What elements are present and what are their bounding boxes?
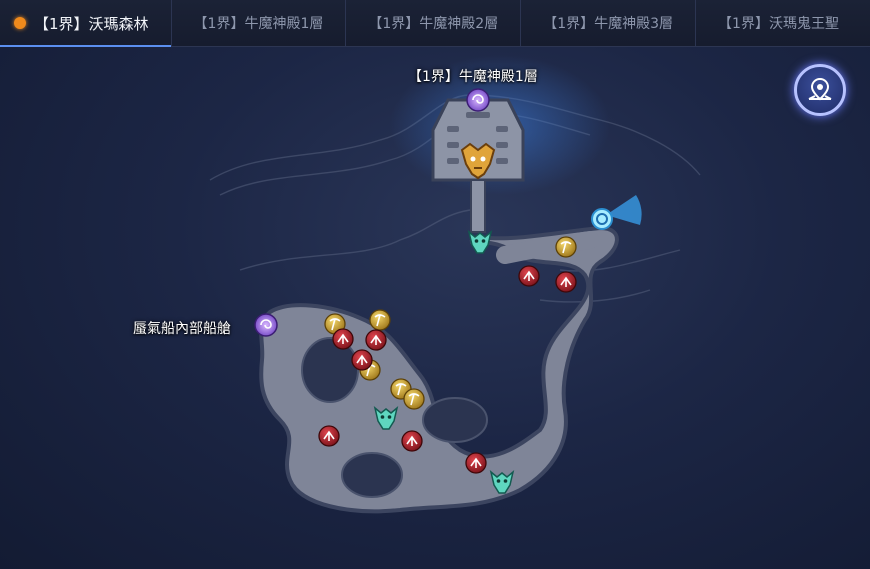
- tab-bull-temple-2[interactable]: 【1界】牛魔神殿2層: [346, 0, 522, 46]
- pickaxe-icon[interactable]: [555, 236, 577, 258]
- portal-icon[interactable]: [254, 313, 278, 337]
- map-tab-bar: 【1界】沃瑪森林 【1界】牛魔神殿1層 【1界】牛魔神殿2層 【1界】牛魔神殿3…: [0, 0, 870, 47]
- monster-head-icon[interactable]: [467, 229, 493, 254]
- tab-label: 【1界】牛魔神殿3層: [543, 16, 674, 32]
- tab-bull-temple-3[interactable]: 【1界】牛魔神殿3層: [521, 0, 697, 46]
- herb-icon[interactable]: [365, 329, 387, 351]
- pickaxe-icon[interactable]: [403, 388, 425, 410]
- tab-label: 【1界】沃瑪森林: [34, 14, 149, 33]
- pickaxe-icon[interactable]: [369, 309, 391, 331]
- herb-icon[interactable]: [351, 349, 373, 371]
- tab-bull-temple-1[interactable]: 【1界】牛魔神殿1層: [172, 0, 347, 46]
- herb-icon[interactable]: [518, 265, 540, 287]
- airship-portal-label: 蜃氣船內部船艙: [133, 321, 231, 337]
- herb-icon[interactable]: [332, 328, 354, 350]
- herb-icon[interactable]: [401, 430, 423, 452]
- tab-label: 【1界】沃瑪鬼王聖: [718, 16, 839, 32]
- temple-portal-label: 【1界】牛魔神殿1層: [408, 69, 538, 85]
- tab-label: 【1界】牛魔神殿1層: [193, 16, 324, 32]
- portal-icon[interactable]: [466, 88, 490, 112]
- tab-label: 【1界】牛魔神殿2層: [368, 16, 499, 32]
- herb-icon[interactable]: [318, 425, 340, 447]
- herb-icon[interactable]: [555, 271, 577, 293]
- world-map[interactable]: [0, 47, 870, 569]
- tab-woma-ghost-king[interactable]: 【1界】沃瑪鬼王聖: [696, 0, 861, 46]
- tab-woma-forest[interactable]: 【1界】沃瑪森林: [0, 0, 172, 47]
- locate-button[interactable]: [794, 64, 846, 116]
- herb-icon[interactable]: [465, 452, 487, 474]
- active-indicator-icon: [14, 17, 26, 29]
- player-marker-icon: [591, 195, 642, 230]
- map-location-icon: [808, 77, 832, 101]
